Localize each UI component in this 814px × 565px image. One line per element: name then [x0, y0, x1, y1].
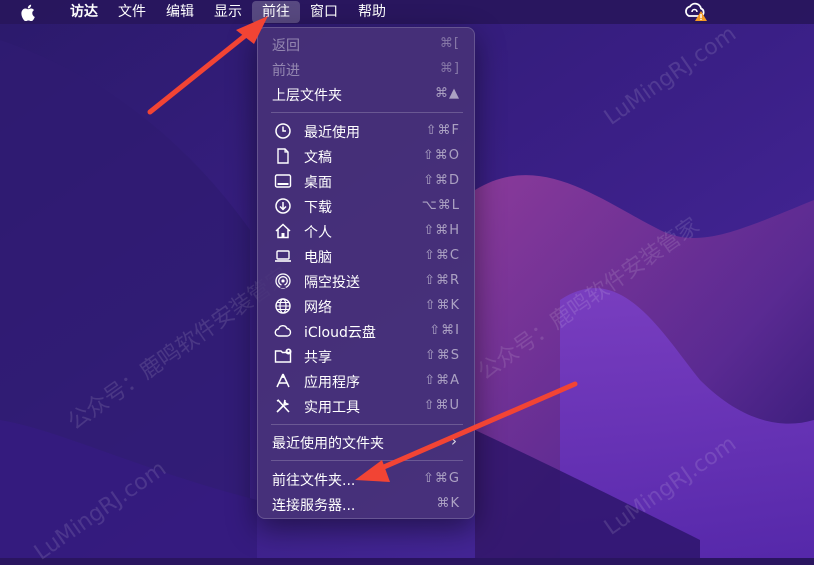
clock-icon	[275, 123, 291, 139]
menu-item-back: 返回 ⌘[	[263, 33, 469, 55]
menu-window[interactable]: 窗口	[300, 0, 348, 24]
menu-item-label: 个人	[304, 225, 332, 241]
menu-item-desktop[interactable]: 桌面 ⇧⌘D	[263, 170, 469, 192]
shortcut-label: ⇧⌘A	[424, 373, 460, 388]
menu-item-label: 连接服务器...	[272, 498, 356, 514]
menu-item-utilities[interactable]: 实用工具 ⇧⌘U	[263, 395, 469, 417]
go-menu-dropdown: 返回 ⌘[ 前进 ⌘] 上层文件夹 ⌘▲ 最近使用 ⇧⌘F 文稿 ⇧⌘O 桌面 …	[257, 27, 475, 519]
shortcut-label: ⇧⌘S	[424, 348, 460, 363]
menu-item-label: 上层文件夹	[272, 88, 342, 104]
shortcut-label: ⇧⌘R	[424, 273, 460, 288]
menu-item-label: 前往文件夹...	[272, 473, 356, 489]
menu-item-documents[interactable]: 文稿 ⇧⌘O	[263, 145, 469, 167]
menu-item-label: 下载	[304, 200, 332, 216]
shortcut-label: ⇧⌘I	[429, 323, 460, 338]
menu-separator	[271, 112, 463, 113]
menu-item-airdrop[interactable]: 隔空投送 ⇧⌘R	[263, 270, 469, 292]
menu-item-label: 最近使用的文件夹	[272, 436, 384, 452]
airdrop-icon	[275, 273, 291, 289]
shortcut-label: ⇧⌘U	[423, 398, 460, 413]
shortcut-label: ⇧⌘H	[423, 223, 460, 238]
laptop-icon	[275, 250, 291, 262]
menu-help[interactable]: 帮助	[348, 0, 396, 24]
shortcut-label: ⇧⌘K	[424, 298, 460, 313]
menu-item-go-to-folder[interactable]: 前往文件夹... ⇧⌘G	[263, 468, 469, 490]
home-icon	[275, 223, 291, 239]
shortcut-label: ⌘]	[439, 61, 460, 76]
menu-item-connect-server[interactable]: 连接服务器... ⌘K	[263, 493, 469, 515]
shortcut-label: ⇧⌘F	[425, 123, 460, 138]
apple-logo-icon[interactable]	[20, 4, 42, 21]
menu-item-label: 电脑	[304, 250, 332, 266]
menu-item-computer[interactable]: 电脑 ⇧⌘C	[263, 245, 469, 267]
menu-item-label: 前进	[272, 63, 300, 79]
menu-item-label: 最近使用	[304, 125, 360, 141]
menu-item-downloads[interactable]: 下载 ⌥⌘L	[263, 195, 469, 217]
menu-item-network[interactable]: 网络 ⇧⌘K	[263, 295, 469, 317]
document-icon	[277, 148, 289, 164]
cloud-icon	[274, 325, 292, 337]
menu-finder[interactable]: 访达	[60, 0, 108, 24]
menu-item-applications[interactable]: 应用程序 ⇧⌘A	[263, 370, 469, 392]
shortcut-label: ⌘[	[439, 36, 460, 51]
menu-edit[interactable]: 编辑	[156, 0, 204, 24]
menu-item-label: 隔空投送	[304, 275, 360, 291]
menu-item-label: 桌面	[304, 175, 332, 191]
download-icon	[275, 198, 291, 214]
menu-item-label: 文稿	[304, 150, 332, 166]
applications-icon	[276, 373, 290, 388]
shortcut-label: ⌥⌘L	[421, 198, 460, 213]
menu-view[interactable]: 显示	[204, 0, 252, 24]
shortcut-label: ⇧⌘O	[422, 148, 460, 163]
creative-cloud-alert-icon[interactable]	[683, 2, 709, 22]
shortcut-label: ⇧⌘D	[423, 173, 460, 188]
shortcut-label: ⇧⌘G	[423, 471, 460, 486]
menu-item-forward: 前进 ⌘]	[263, 58, 469, 80]
menu-item-home[interactable]: 个人 ⇧⌘H	[263, 220, 469, 242]
menu-item-recent-folders[interactable]: 最近使用的文件夹 ›	[263, 431, 469, 453]
shortcut-label: ⇧⌘C	[424, 248, 460, 263]
globe-icon	[275, 298, 291, 314]
menu-separator	[271, 424, 463, 425]
utilities-icon	[276, 399, 290, 413]
menu-item-label: 网络	[304, 300, 332, 316]
chevron-right-icon: ›	[451, 432, 457, 450]
menu-item-shared[interactable]: 共享 ⇧⌘S	[263, 345, 469, 367]
menu-item-label: 共享	[304, 350, 332, 366]
desktop-icon	[274, 174, 292, 188]
menu-item-label: 返回	[272, 38, 300, 54]
menu-item-label: 实用工具	[304, 400, 360, 416]
shortcut-label: ⌘K	[436, 496, 460, 511]
shared-folder-icon	[274, 348, 292, 363]
menu-go[interactable]: 前往	[252, 1, 300, 23]
menu-item-recents[interactable]: 最近使用 ⇧⌘F	[263, 120, 469, 142]
menu-separator	[271, 460, 463, 461]
menu-item-label: iCloud云盘	[304, 325, 376, 341]
menu-bar: 访达 文件 编辑 显示 前往 窗口 帮助	[0, 0, 814, 24]
menu-item-enclosing-folder[interactable]: 上层文件夹 ⌘▲	[263, 83, 469, 105]
menu-file[interactable]: 文件	[108, 0, 156, 24]
shortcut-label: ⌘▲	[435, 86, 460, 101]
menu-item-icloud-drive[interactable]: iCloud云盘 ⇧⌘I	[263, 320, 469, 342]
menu-item-label: 应用程序	[304, 375, 360, 391]
